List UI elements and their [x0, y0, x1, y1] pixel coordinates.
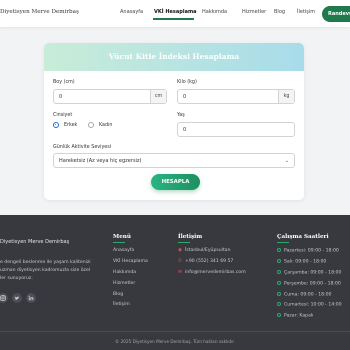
phone-icon: ✆ — [178, 259, 182, 264]
randevu-button[interactable]: Randevu — [322, 6, 350, 22]
kadin-label[interactable]: Kadın — [99, 123, 112, 128]
active-nav-indicator — [153, 18, 194, 20]
cinsiyet-label: Cinsiyet — [53, 113, 73, 118]
hours-row: Cumartesi: 10:00 - 14:00 — [277, 302, 342, 308]
hours-text: Çarşamba: 09:00 - 18:00 — [284, 270, 342, 276]
footer-contact-underline — [178, 242, 190, 243]
footer-hours-title: Çalışma Saatleri — [277, 234, 329, 240]
yas-label: Yaş — [177, 113, 185, 118]
twitter-icon[interactable] — [12, 293, 22, 303]
clock-icon — [277, 281, 281, 285]
kadin-radio[interactable] — [88, 122, 94, 128]
nav-hizmetler[interactable]: Hizmetler — [242, 9, 266, 15]
footer-brand: Diyetisyen Merve Demirbaş — [0, 239, 70, 245]
card-header: Vücut Kitle İndeksi Hesaplama — [44, 43, 304, 71]
contact-address: ◉ İstanbul/Eyüpsultan — [178, 248, 231, 253]
nav-vki-hesaplama[interactable]: VKİ Hesaplama — [154, 9, 197, 15]
kilo-label: Kilo (kg) — [177, 80, 197, 85]
erkek-label[interactable]: Erkek — [64, 123, 77, 128]
contact-phone-text: +90 (552) 341 69 57 — [185, 259, 234, 264]
contact-email-text: info@mervedemirbas.com — [185, 270, 246, 275]
boy-unit: cm — [150, 90, 166, 104]
hours-text: Perşembe: 09:00 - 18:00 — [284, 281, 341, 287]
bmi-calculator-card: Vücut Kitle İndeksi Hesaplama Boy (cm) 0… — [44, 43, 304, 200]
hesapla-button[interactable]: HESAPLA — [151, 174, 200, 190]
linkedin-icon[interactable] — [26, 293, 36, 303]
yas-value: 0 — [183, 127, 187, 133]
clock-icon — [277, 292, 281, 296]
clock-icon — [277, 248, 281, 252]
instagram-icon[interactable] — [0, 293, 8, 303]
hours-row: Çarşamba: 09:00 - 18:00 — [277, 270, 341, 276]
chevron-down-icon: ⌄ — [284, 158, 289, 164]
footer-menu-title: Menü — [113, 234, 131, 240]
card-title: Vücut Kitle İndeksi Hesaplama — [108, 52, 240, 61]
boy-label: Boy (cm) — [53, 80, 75, 85]
kilo-unit: kg — [278, 90, 294, 104]
hours-text: Pazartesi: 09:00 - 18:00 — [284, 248, 339, 254]
site-brand[interactable]: Diyetisyen Merve Demirbaş — [0, 9, 79, 15]
boy-input[interactable]: 0 cm — [53, 89, 167, 104]
activity-select[interactable]: Hareketsiz (Az veya hiç egzersiz) ⌄ — [53, 153, 295, 168]
activity-label: Günlük Aktivite Seviyesi — [53, 145, 112, 150]
footer-desc-line-3: ler sunuyoruz. — [0, 276, 33, 281]
footer-menu-underline — [113, 242, 125, 243]
footer-desc-line-2: uzman diyetisyen kadromuzla size özel — [0, 268, 91, 273]
footer-link-hizmetler[interactable]: Hizmetler — [113, 281, 135, 286]
hours-row: Pazartesi: 09:00 - 18:00 — [277, 248, 339, 254]
footer-link-blog[interactable]: Blog — [113, 292, 123, 297]
footer-link-iletisim[interactable]: İletişim — [113, 302, 130, 307]
clock-icon — [277, 259, 281, 263]
map-pin-icon: ◉ — [178, 248, 183, 253]
copyright-text: © 2025 Diyetisyen Merve Demirbaş. Tüm ha… — [115, 339, 235, 344]
hours-text: Cuma: 09:00 - 18:00 — [284, 292, 332, 298]
nav-blog[interactable]: Blog — [274, 9, 285, 15]
footer-link-vki[interactable]: VKİ Hesaplama — [113, 259, 148, 264]
footer-hours-underline — [277, 242, 289, 243]
boy-value: 0 — [59, 94, 63, 100]
footer-link-hakkimda[interactable]: Hakkımda — [113, 270, 136, 275]
clock-icon — [277, 270, 281, 274]
site-footer: Diyetisyen Merve Demirbaş e dengeli besl… — [0, 215, 350, 350]
hours-text: Cumartesi: 10:00 - 14:00 — [284, 302, 342, 308]
footer-contact-title: İletişim — [178, 234, 203, 240]
footer-desc-line-1: e dengeli beslenme ile yaşam kalitenizi — [0, 260, 91, 265]
nav-hakkimda[interactable]: Hakkımda — [202, 9, 227, 15]
contact-address-text: İstanbul/Eyüpsultan — [185, 248, 231, 253]
clock-icon — [277, 313, 281, 317]
erkek-radio[interactable] — [53, 122, 59, 128]
top-navbar: Diyetisyen Merve Demirbaş Anasayfa VKİ H… — [0, 0, 350, 27]
clock-icon — [277, 302, 281, 306]
yas-input[interactable]: 0 — [177, 122, 295, 137]
hours-row: Salı: 09:00 - 18:00 — [277, 259, 326, 265]
kilo-value: 0 — [183, 94, 187, 100]
activity-value: Hareketsiz (Az veya hiç egzersiz) — [59, 158, 142, 164]
hours-row: Cuma: 09:00 - 18:00 — [277, 292, 331, 298]
hours-row: Pazar: Kapalı — [277, 313, 313, 319]
hours-text: Salı: 09:00 - 18:00 — [284, 259, 327, 265]
hours-row: Perşembe: 09:00 - 18:00 — [277, 281, 341, 287]
nav-anasayfa[interactable]: Anasayfa — [120, 9, 143, 15]
hours-text: Pazar: Kapalı — [284, 313, 314, 319]
contact-phone[interactable]: ✆ +90 (552) 341 69 57 — [178, 259, 233, 264]
footer-link-anasayfa[interactable]: Anasayfa — [113, 248, 134, 253]
kilo-input[interactable]: 0 kg — [177, 89, 295, 104]
nav-iletisim[interactable]: İletişim — [297, 9, 315, 15]
footer-divider — [0, 331, 350, 332]
mail-icon: ✉ — [178, 270, 182, 275]
contact-email[interactable]: ✉ info@mervedemirbas.com — [178, 270, 246, 275]
